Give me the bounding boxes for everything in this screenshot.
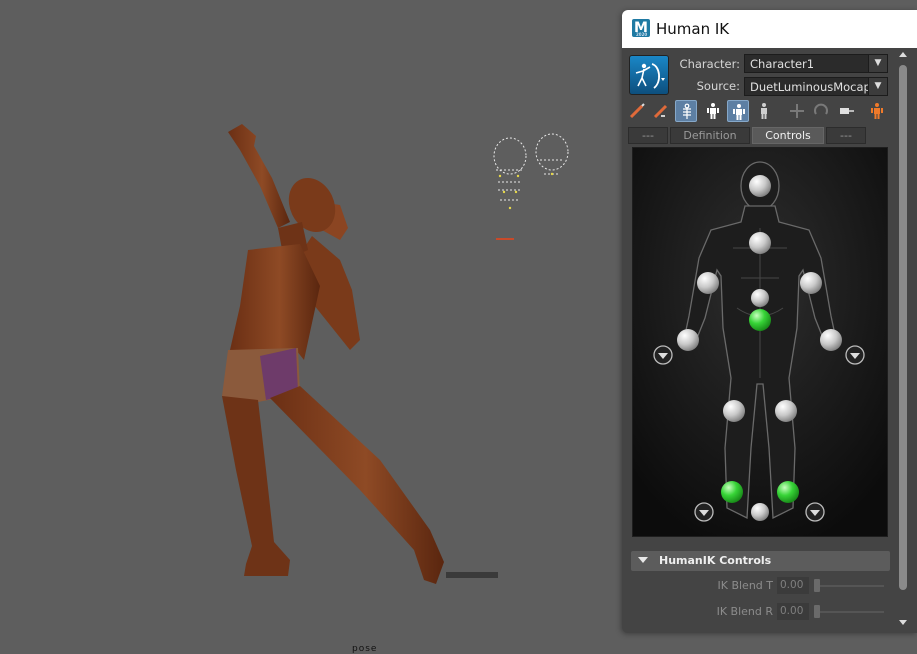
effector-spine[interactable] xyxy=(751,289,769,307)
viewport-label: pose xyxy=(352,644,378,654)
effector-right-knee[interactable] xyxy=(775,400,797,422)
source-label: Source: xyxy=(696,79,740,93)
face-controls-widget[interactable] xyxy=(488,130,578,240)
chevron-down-icon: ▼ xyxy=(868,78,887,95)
controls-body-map[interactable] xyxy=(632,147,888,537)
chevron-down-icon: ▼ xyxy=(868,55,887,72)
ik-blend-r-field[interactable]: 0.00 xyxy=(777,603,809,620)
ik-blend-r-row: IK Blend R 0.00 xyxy=(622,603,902,621)
humanik-controls-section[interactable]: HumanIK Controls xyxy=(631,551,890,571)
translate-pin-icon xyxy=(790,104,804,118)
source-dropdown[interactable]: DuetLuminousMocapH ▼ xyxy=(744,77,888,96)
ik-blend-r-label: IK Blend R xyxy=(716,605,773,618)
human-figure-icon xyxy=(871,103,883,119)
effector-head[interactable] xyxy=(749,175,771,197)
scroll-up-icon[interactable] xyxy=(899,52,907,57)
selection-icon xyxy=(733,104,745,120)
ik-blend-r-track[interactable] xyxy=(814,611,884,613)
translate-pin-button[interactable] xyxy=(786,100,808,122)
window-title: Human IK xyxy=(656,20,730,38)
section-title: HumanIK Controls xyxy=(659,554,772,567)
body-silhouette xyxy=(633,148,887,536)
full-body-button[interactable] xyxy=(675,100,697,122)
effector-left-hand[interactable] xyxy=(677,329,699,351)
ik-blend-t-label: IK Blend T xyxy=(717,579,774,592)
ik-blend-t-field[interactable]: 0.00 xyxy=(777,577,809,594)
human-ik-panel: M 2020 Human IK Character: Character1 ▼ … xyxy=(622,10,917,633)
selection-button[interactable] xyxy=(727,100,749,122)
app-logo-version: 2020 xyxy=(636,32,648,37)
tab-first[interactable]: --- xyxy=(628,127,668,144)
effector-left-knee[interactable] xyxy=(723,400,745,422)
release-icon xyxy=(840,108,854,114)
character-label: Character: xyxy=(679,57,740,71)
character-value: Character1 xyxy=(750,57,815,71)
ik-blend-t-handle[interactable] xyxy=(814,579,820,592)
rotate-pin-button[interactable] xyxy=(810,100,832,122)
tab-definition[interactable]: Definition xyxy=(670,127,750,144)
ik-blend-r-handle[interactable] xyxy=(814,605,820,618)
full-body-icon xyxy=(683,103,691,119)
effector-right-ankle[interactable] xyxy=(777,481,799,503)
pin-icon xyxy=(761,103,767,119)
panel-titlebar[interactable]: M 2020 Human IK xyxy=(622,10,917,48)
collapse-triangle-icon xyxy=(638,557,648,563)
release-button[interactable] xyxy=(836,100,858,122)
body-part-button[interactable] xyxy=(702,100,724,122)
edit-skeleton-icon xyxy=(629,103,645,119)
humanik-menu-button[interactable] xyxy=(629,55,669,95)
panel-scrollbar[interactable] xyxy=(897,50,911,630)
ik-blend-t-row: IK Blend T 0.00 xyxy=(622,577,902,595)
pin-button[interactable] xyxy=(753,100,775,122)
effector-hips[interactable] xyxy=(749,309,771,331)
effector-right-shoulder[interactable] xyxy=(800,272,822,294)
effector-chest[interactable] xyxy=(749,232,771,254)
tab-controls[interactable]: Controls xyxy=(752,127,824,144)
body-part-icon xyxy=(707,103,719,119)
rotate-pin-icon xyxy=(814,103,828,115)
panel-tabs: --- Definition Controls --- xyxy=(628,127,888,144)
tab-last[interactable]: --- xyxy=(826,127,866,144)
scroll-down-icon[interactable] xyxy=(899,620,907,625)
scroll-thumb[interactable] xyxy=(899,65,907,590)
character-dropdown[interactable]: Character1 ▼ xyxy=(744,54,888,73)
edit-pose-icon xyxy=(653,104,668,119)
effector-right-hand[interactable] xyxy=(820,329,842,351)
effector-left-ankle[interactable] xyxy=(721,481,743,503)
humanik-figure-icon xyxy=(635,63,665,89)
maya-logo-icon: M 2020 xyxy=(632,19,650,37)
effector-left-shoulder[interactable] xyxy=(697,272,719,294)
edit-pose-button[interactable] xyxy=(650,100,672,122)
effector-center[interactable] xyxy=(751,503,769,521)
character-model[interactable] xyxy=(200,110,520,590)
edit-skeleton-button[interactable] xyxy=(626,100,648,122)
humanik-toolbar xyxy=(626,100,891,124)
human-figure-button[interactable] xyxy=(866,100,888,122)
ik-blend-t-track[interactable] xyxy=(814,585,884,587)
source-value: DuetLuminousMocapH xyxy=(750,80,880,94)
